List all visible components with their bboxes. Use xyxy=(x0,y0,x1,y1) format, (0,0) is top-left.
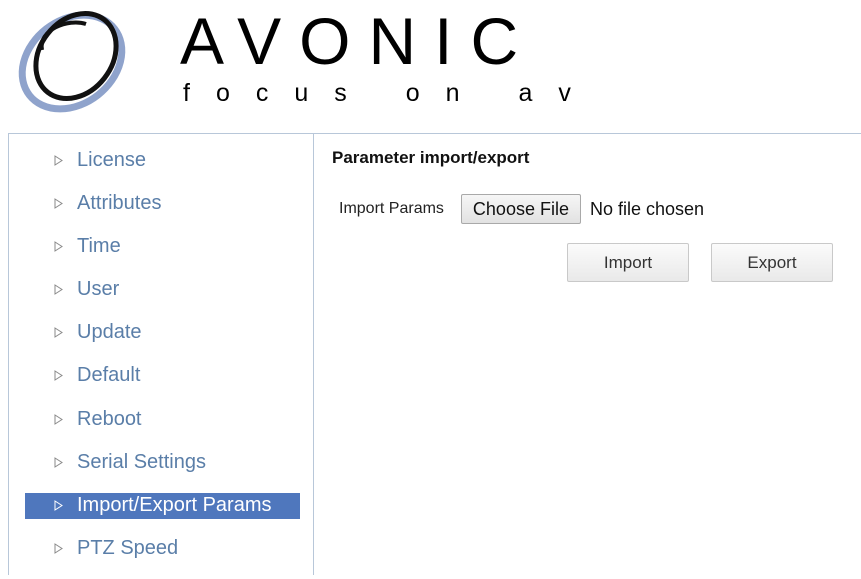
export-button[interactable]: Export xyxy=(711,243,833,282)
sidebar-item-label: Import/Export Params xyxy=(77,494,272,516)
sidebar-item-label: Reboot xyxy=(77,407,142,430)
triangle-right-icon xyxy=(49,500,67,511)
sidebar-item-user[interactable]: User xyxy=(25,277,300,303)
sidebar-item-reboot[interactable]: Reboot xyxy=(25,406,300,432)
triangle-right-icon xyxy=(49,370,67,382)
header: AVONIC focus on av xyxy=(0,0,861,130)
brand-name: AVONIC xyxy=(180,4,537,78)
main-panel: Parameter import/export Import Params Ch… xyxy=(315,134,861,575)
triangle-right-icon xyxy=(49,413,67,425)
sidebar-item-default[interactable]: Default xyxy=(25,363,300,389)
sidebar-item-label: Default xyxy=(77,364,141,387)
triangle-right-icon xyxy=(49,154,67,166)
sidebar-item-license[interactable]: License xyxy=(25,147,300,173)
triangle-right-icon xyxy=(49,284,67,295)
sidebar-item-serial-settings[interactable]: Serial Settings xyxy=(25,449,300,475)
file-status-text: No file chosen xyxy=(589,198,705,219)
import-button[interactable]: Import xyxy=(567,243,689,282)
sidebar-item-ptz-speed[interactable]: PTZ Speed xyxy=(25,536,300,562)
sidebar-item-update[interactable]: Update xyxy=(25,320,300,346)
sidebar-item-label: Serial Settings xyxy=(77,450,206,473)
page-title: Parameter import/export xyxy=(332,148,530,167)
triangle-right-icon xyxy=(49,456,67,468)
sidebar-item-time[interactable]: Time xyxy=(25,233,300,259)
sidebar-item-label: Attributes xyxy=(77,191,162,214)
sidebar-item-import-export-params[interactable]: Import/Export Params xyxy=(25,492,300,519)
sidebar-item-label: PTZ Speed xyxy=(77,537,179,560)
import-params-row: Import Params Choose File No file chosen xyxy=(339,194,704,224)
sidebar-nav: License Attributes Time User Update Defa… xyxy=(25,147,300,579)
sidebar-item-label: License xyxy=(77,148,146,171)
avonic-logo-icon xyxy=(18,11,126,113)
choose-file-button[interactable]: Choose File xyxy=(460,194,581,224)
sidebar-item-attributes[interactable]: Attributes xyxy=(25,190,300,216)
triangle-right-icon xyxy=(49,327,67,339)
sidebar: License Attributes Time User Update Defa… xyxy=(8,133,314,575)
sidebar-item-label: User xyxy=(77,278,120,301)
brand-tagline: focus on av xyxy=(183,79,597,107)
sidebar-item-label: Time xyxy=(77,234,121,257)
import-params-label: Import Params xyxy=(339,200,444,217)
triangle-right-icon xyxy=(49,240,67,252)
triangle-right-icon xyxy=(49,197,67,209)
triangle-right-icon xyxy=(49,543,67,555)
sidebar-item-label: Update xyxy=(77,321,142,344)
